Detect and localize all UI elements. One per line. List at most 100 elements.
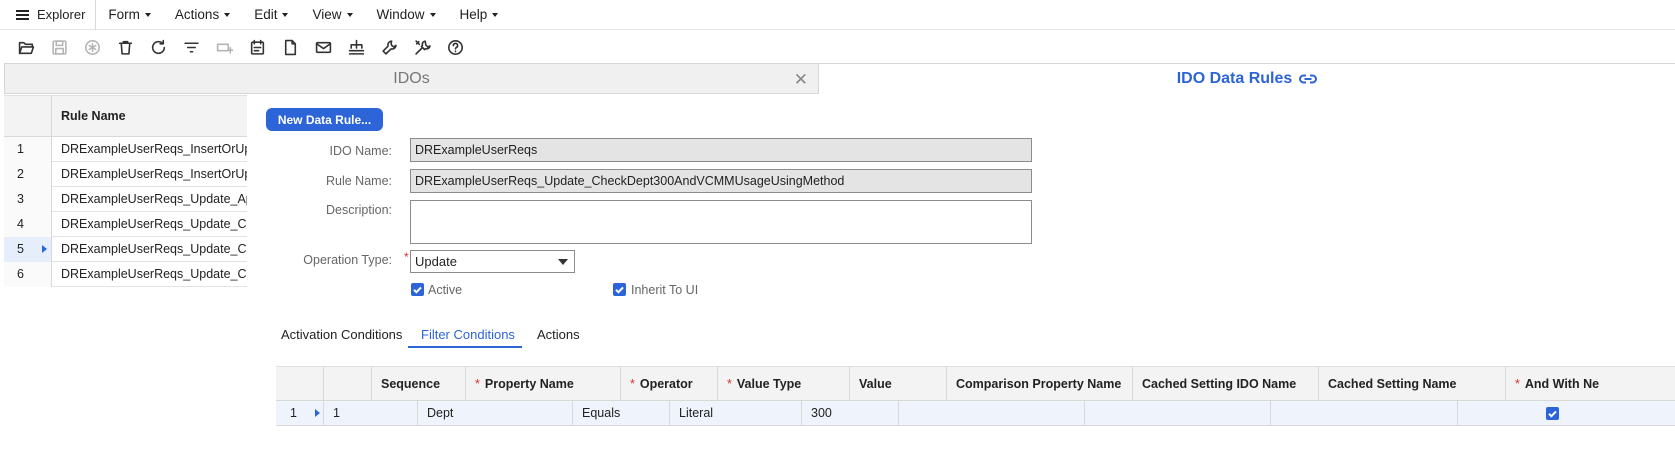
table-row-selected[interactable]: 1 1 Dept Equals Literal 300 xyxy=(276,401,1675,426)
and-with-next-cell[interactable] xyxy=(1458,401,1571,425)
hamburger-icon xyxy=(16,9,29,20)
menu-bar: Explorer Form Actions Edit View Window H… xyxy=(0,0,1675,30)
row-header-corner xyxy=(276,367,324,400)
menu-actions-label: Actions xyxy=(174,7,220,22)
column-header-property-name[interactable]: * Property Name xyxy=(466,367,621,400)
cached-setting-name-cell[interactable] xyxy=(1271,401,1458,425)
column-header-value[interactable]: Value xyxy=(850,367,947,400)
rule-name-field[interactable]: DRExampleUserReqs_Update_CheckDept300And… xyxy=(410,169,1032,193)
caret-down-icon xyxy=(346,12,353,17)
new-record-icon[interactable] xyxy=(76,33,109,61)
tab-filter-conditions[interactable]: Filter Conditions xyxy=(421,327,515,342)
save-icon[interactable] xyxy=(43,33,76,61)
row-number[interactable]: 5 xyxy=(4,236,52,262)
inherit-to-ui-label: Inherit To UI xyxy=(631,283,699,297)
rule-name-cell[interactable]: DRExampleUserReqs_Update_Ch xyxy=(52,217,247,231)
comparison-property-name-cell[interactable] xyxy=(899,401,1085,425)
required-indicator: * xyxy=(404,250,409,264)
row-number[interactable]: 2 xyxy=(4,161,52,187)
menu-form-label: Form xyxy=(108,7,140,22)
column-header-cached-setting-name[interactable]: Cached Setting Name xyxy=(1319,367,1506,400)
header-label: And With Ne xyxy=(1524,376,1600,391)
tab-idos[interactable]: IDOs ✕ xyxy=(4,63,819,94)
tab-activation-conditions[interactable]: Activation Conditions xyxy=(281,327,402,342)
column-header-and-with-next[interactable]: * And With Ne xyxy=(1506,367,1619,400)
inherit-to-ui-checkbox[interactable] xyxy=(613,283,626,296)
wrench-icon[interactable] xyxy=(373,33,406,61)
tools-icon[interactable] xyxy=(406,33,439,61)
open-folder-icon[interactable] xyxy=(10,33,43,61)
menu-help[interactable]: Help xyxy=(448,0,511,30)
menu-form[interactable]: Form xyxy=(96,0,163,30)
toolbar xyxy=(0,33,472,61)
and-with-next-checkbox[interactable] xyxy=(1546,407,1559,420)
column-header-value-type[interactable]: * Value Type xyxy=(718,367,850,400)
column-header-rule-name[interactable]: Rule Name xyxy=(52,96,126,136)
operation-type-label: Operation Type: xyxy=(303,253,392,267)
operation-type-select[interactable]: Update xyxy=(410,250,575,273)
ido-name-field[interactable]: DRExampleUserReqs xyxy=(410,138,1032,162)
filter-conditions-header: Sequence * Property Name * Operator * Value… xyxy=(276,366,1675,401)
filter-icon[interactable] xyxy=(175,33,208,61)
close-icon[interactable]: ✕ xyxy=(794,70,808,90)
menu-view[interactable]: View xyxy=(300,0,364,30)
rule-name-label: Rule Name: xyxy=(326,174,392,188)
rule-name-cell[interactable]: DRExampleUserReqs_InsertOrUp xyxy=(52,167,247,181)
sequence-cell[interactable]: 1 xyxy=(324,401,418,425)
refresh-icon[interactable] xyxy=(142,33,175,61)
filter-in-place-icon[interactable] xyxy=(208,33,241,61)
menu-window[interactable]: Window xyxy=(365,0,448,30)
table-row[interactable]: 3 DRExampleUserReqs_Update_Ap xyxy=(4,186,247,212)
tab-ido-data-rules[interactable]: IDO Data Rules xyxy=(819,63,1675,94)
table-row-selected[interactable]: 5 DRExampleUserReqs_Update_Ch xyxy=(4,236,247,262)
link-icon[interactable] xyxy=(1299,72,1318,86)
column-header-operator[interactable]: * Operator xyxy=(621,367,718,400)
rule-name-cell[interactable]: DRExampleUserReqs_Update_Ap xyxy=(52,192,247,206)
dropdown-arrow-icon[interactable] xyxy=(558,259,568,265)
row-number[interactable]: 6 xyxy=(4,261,52,287)
column-header-sequence[interactable]: Sequence xyxy=(372,367,466,400)
value-cell[interactable]: 300 xyxy=(802,401,899,425)
mail-icon[interactable] xyxy=(307,33,340,61)
description-field[interactable] xyxy=(410,200,1032,244)
header-label: Comparison Property Name xyxy=(956,376,1122,391)
header-label: Property Name xyxy=(484,376,574,391)
rules-grid: Rule Name 1 DRExampleUserReqs_InsertOrUp… xyxy=(4,95,247,287)
table-row[interactable]: 6 DRExampleUserReqs_Update_Ch xyxy=(4,261,247,287)
table-row[interactable]: 1 DRExampleUserReqs_InsertOrUp xyxy=(4,136,247,162)
caret-down-icon xyxy=(144,12,151,17)
column-header-comparison-property-name[interactable]: Comparison Property Name xyxy=(947,367,1133,400)
active-checkbox[interactable] xyxy=(411,283,424,296)
tab-idos-label: IDOs xyxy=(393,69,430,87)
current-row-indicator-icon xyxy=(315,409,320,417)
menu-window-label: Window xyxy=(376,7,425,22)
operator-cell[interactable]: Equals xyxy=(573,401,670,425)
new-data-rule-button[interactable]: New Data Rule... xyxy=(266,108,383,131)
row-number[interactable]: 4 xyxy=(4,211,52,237)
caret-down-icon xyxy=(429,12,436,17)
table-row[interactable]: 2 DRExampleUserReqs_InsertOrUp xyxy=(4,161,247,187)
tab-rules-label: IDO Data Rules xyxy=(1176,69,1293,87)
row-number[interactable]: 1 xyxy=(276,401,324,425)
hierarchy-icon[interactable] xyxy=(340,33,373,61)
active-label: Active xyxy=(428,283,463,297)
delete-icon[interactable] xyxy=(109,33,142,61)
header-label: Value Type xyxy=(736,376,802,391)
row-number[interactable]: 3 xyxy=(4,186,52,212)
help-icon[interactable] xyxy=(439,33,472,61)
property-name-cell[interactable]: Dept xyxy=(418,401,573,425)
tab-actions[interactable]: Actions xyxy=(537,327,580,342)
column-header-cached-setting-ido-name[interactable]: Cached Setting IDO Name xyxy=(1133,367,1319,400)
table-row[interactable]: 4 DRExampleUserReqs_Update_Ch xyxy=(4,211,247,237)
row-number[interactable]: 1 xyxy=(4,136,52,162)
cached-setting-ido-name-cell[interactable] xyxy=(1085,401,1271,425)
menu-actions[interactable]: Actions xyxy=(163,0,242,30)
rule-name-cell[interactable]: DRExampleUserReqs_Update_Ch xyxy=(52,242,247,256)
document-icon[interactable] xyxy=(274,33,307,61)
value-type-cell[interactable]: Literal xyxy=(670,401,802,425)
explorer-menu[interactable]: Explorer xyxy=(0,0,97,30)
rule-name-cell[interactable]: DRExampleUserReqs_Update_Ch xyxy=(52,267,247,281)
menu-edit[interactable]: Edit xyxy=(242,0,300,30)
rule-name-cell[interactable]: DRExampleUserReqs_InsertOrUp xyxy=(52,142,247,156)
calendar-icon[interactable] xyxy=(241,33,274,61)
